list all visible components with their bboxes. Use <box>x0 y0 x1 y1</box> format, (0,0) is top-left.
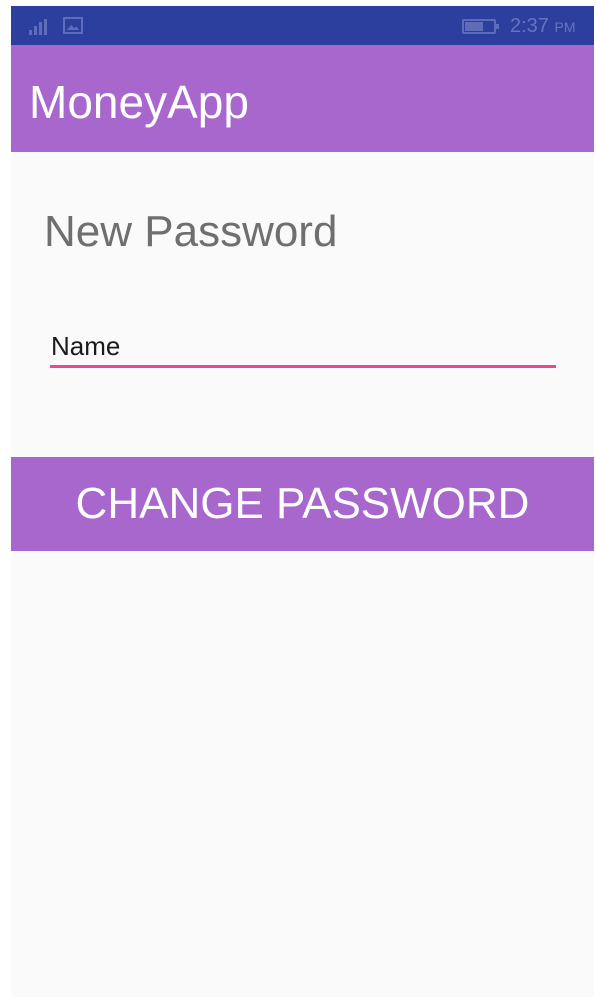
change-password-button[interactable]: CHANGE PASSWORD <box>11 457 594 551</box>
name-field-value[interactable]: Name <box>51 330 120 362</box>
status-ampm: PM <box>554 19 576 35</box>
app-bar: MoneyApp <box>11 45 594 152</box>
status-time: 2:37 <box>510 15 549 37</box>
name-field[interactable]: Name <box>50 328 556 368</box>
signal-icon <box>29 19 51 35</box>
phone-screen: 2:37 PM MoneyApp New Password Name CHANG… <box>11 6 594 997</box>
status-bar: 2:37 PM <box>11 6 594 45</box>
battery-icon <box>462 19 499 34</box>
page-title: New Password <box>44 207 338 256</box>
gallery-icon <box>63 17 83 34</box>
app-title: MoneyApp <box>29 76 249 128</box>
status-clock: 2:37 PM <box>510 14 576 39</box>
